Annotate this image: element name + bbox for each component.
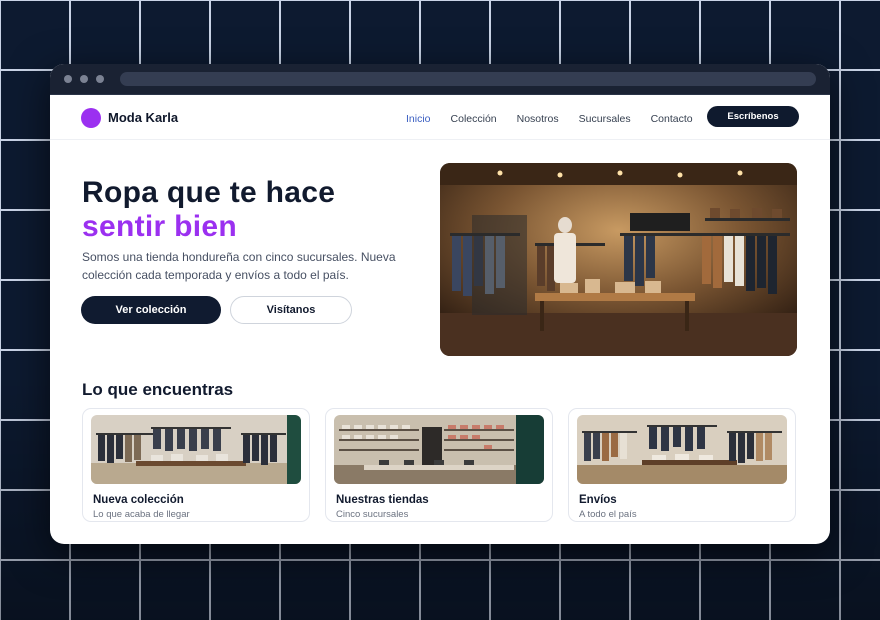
hero-title-line1: Ropa que te hace [82,176,336,209]
brand-logo-icon[interactable] [81,108,101,128]
nav-item-nosotros[interactable]: Nosotros [517,113,559,125]
card-image [577,415,787,484]
hero-title-accent: sentir bien [82,210,237,243]
nav-item-inicio[interactable]: Inicio [406,113,431,125]
card-shipping[interactable]: Envíos A todo el país [568,408,796,522]
card-title: Nuestras tiendas [336,494,429,506]
site-header: Moda Karla Inicio Colección Nosotros Suc… [50,95,830,140]
hero-title: Ropa que te hace sentir bien [82,176,335,244]
address-bar[interactable] [120,72,816,86]
nav-item-contacto[interactable]: Contacto [651,113,693,125]
browser-chrome [50,64,830,95]
brand-name[interactable]: Moda Karla [108,110,178,125]
card-image [334,415,544,484]
window-maximize-dot[interactable] [96,75,104,83]
card-title: Envíos [579,494,617,506]
main-nav: Inicio Colección Nosotros Sucursales Con… [406,113,713,125]
window-minimize-dot[interactable] [80,75,88,83]
card-subtitle: Lo que acaba de llegar [93,509,190,520]
section-title: Lo que encuentras [82,380,234,399]
visit-us-button[interactable]: Visítanos [230,296,352,324]
card-subtitle: Cinco sucursales [336,509,409,520]
hero-description: Somos una tienda hondureña con cinco suc… [82,250,396,282]
hero-store-image [440,163,797,356]
card-our-stores[interactable]: Nuestras tiendas Cinco sucursales [325,408,553,522]
card-image [91,415,301,484]
card-new-collection[interactable]: Nueva colección Lo que acaba de llegar [82,408,310,522]
card-title: Nueva colección [93,494,184,506]
nav-item-coleccion[interactable]: Colección [451,113,497,125]
nav-item-sucursales[interactable]: Sucursales [579,113,631,125]
browser-window: Moda Karla Inicio Colección Nosotros Suc… [50,64,830,544]
window-close-dot[interactable] [64,75,72,83]
view-collection-button[interactable]: Ver colección [81,296,221,324]
card-subtitle: A todo el país [579,509,637,520]
contact-cta-button[interactable]: Escríbenos [707,106,799,127]
